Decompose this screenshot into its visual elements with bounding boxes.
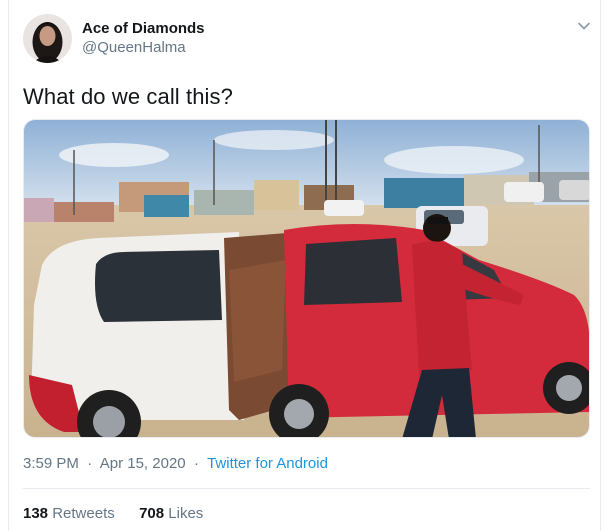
avatar-image: [23, 14, 72, 63]
author-handle[interactable]: @QueenHalma: [82, 39, 186, 56]
likes-count: 708: [139, 505, 165, 522]
author-display-name[interactable]: Ace of Diamonds: [82, 20, 205, 37]
likes-stat[interactable]: 708 Likes: [139, 505, 203, 522]
tweet-time[interactable]: 3:59 PM: [23, 455, 79, 472]
retweets-label: Retweets: [52, 505, 115, 522]
retweets-stat[interactable]: 138 Retweets: [23, 505, 115, 522]
photo-car-image: [24, 120, 589, 437]
tweet-photo[interactable]: [23, 119, 590, 438]
tweet-metadata: 3:59 PM · Apr 15, 2020 · Twitter for And…: [23, 455, 328, 472]
tweet-text: What do we call this?: [23, 84, 233, 109]
retweets-count: 138: [23, 505, 49, 522]
avatar[interactable]: [23, 14, 72, 63]
tweet-source-link[interactable]: Twitter for Android: [207, 455, 328, 472]
tweet-stats: 138 Retweets 708 Likes: [23, 505, 203, 522]
chevron-down-icon[interactable]: [576, 18, 592, 34]
likes-label: Likes: [168, 505, 204, 522]
tweet-date[interactable]: Apr 15, 2020: [100, 455, 186, 472]
stats-divider: [23, 488, 590, 489]
